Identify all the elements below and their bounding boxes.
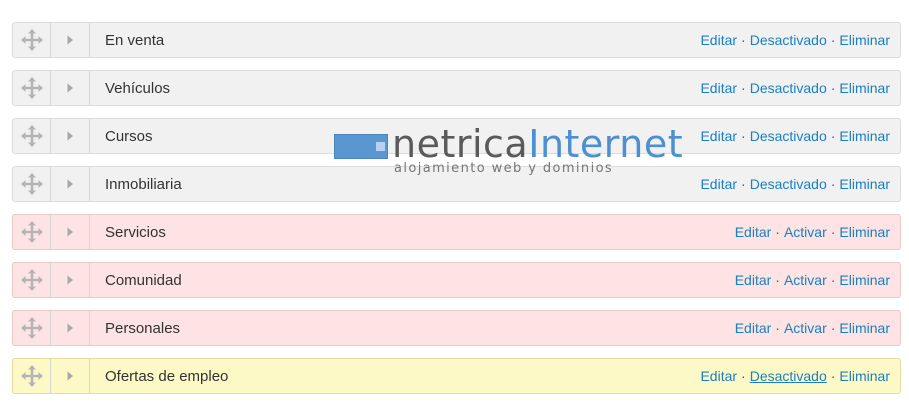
drag-handle-icon[interactable] — [13, 263, 51, 297]
action-separator: · — [775, 320, 780, 336]
category-name: Personales — [105, 319, 181, 337]
action-separator: · — [830, 32, 836, 48]
drag-handle-icon[interactable] — [13, 167, 51, 201]
category-name: Inmobiliaria — [105, 175, 182, 193]
expand-caret-icon[interactable] — [51, 167, 90, 201]
activar-link[interactable]: Activar — [784, 224, 827, 240]
action-separator: · — [830, 128, 836, 144]
category-name: Cursos — [105, 127, 153, 145]
category-name: En venta — [105, 31, 165, 49]
eliminar-link[interactable]: Eliminar — [839, 128, 890, 144]
expand-caret-icon[interactable] — [51, 263, 90, 297]
action-separator: · — [775, 224, 780, 240]
drag-handle-icon[interactable] — [13, 359, 51, 393]
category-row-en-venta: En venta Editar · Desactivado · Eliminar — [12, 22, 901, 58]
eliminar-link[interactable]: Eliminar — [839, 224, 890, 240]
expand-caret-icon[interactable] — [51, 311, 90, 345]
category-row-personales: Personales Editar · Activar · Eliminar — [12, 310, 901, 346]
action-separator: · — [741, 176, 746, 192]
desactivado-link[interactable]: Desactivado — [750, 368, 827, 384]
expand-caret-icon[interactable] — [51, 71, 90, 105]
editar-link[interactable]: Editar — [735, 320, 772, 336]
desactivado-link[interactable]: Desactivado — [750, 128, 827, 144]
category-name: Vehículos — [105, 79, 171, 97]
drag-handle-icon[interactable] — [13, 23, 51, 57]
drag-handle-icon[interactable] — [13, 215, 51, 249]
action-separator: · — [830, 272, 836, 288]
editar-link[interactable]: Editar — [700, 368, 737, 384]
expand-caret-icon[interactable] — [51, 215, 90, 249]
category-name: Ofertas de empleo — [105, 367, 229, 385]
action-separator: · — [830, 368, 836, 384]
eliminar-link[interactable]: Eliminar — [839, 176, 890, 192]
expand-caret-icon[interactable] — [51, 359, 90, 393]
row-actions: Editar · Activar · Eliminar — [735, 272, 890, 288]
desactivado-link[interactable]: Desactivado — [750, 32, 827, 48]
category-row-servicios: Servicios Editar · Activar · Eliminar — [12, 214, 901, 250]
editar-link[interactable]: Editar — [700, 80, 737, 96]
eliminar-link[interactable]: Eliminar — [839, 368, 890, 384]
editar-link[interactable]: Editar — [700, 128, 737, 144]
eliminar-link[interactable]: Eliminar — [839, 80, 890, 96]
category-row-vehiculos: Vehículos Editar · Desactivado · Eliminar — [12, 70, 901, 106]
category-list: En venta Editar · Desactivado · Eliminar Vehíc… — [12, 22, 901, 406]
row-actions: Editar · Desactivado · Eliminar — [700, 80, 890, 96]
activar-link[interactable]: Activar — [784, 272, 827, 288]
action-separator: · — [741, 32, 746, 48]
editar-link[interactable]: Editar — [700, 176, 737, 192]
category-row-cursos: Cursos Editar · Desactivado · Eliminar — [12, 118, 901, 154]
row-actions: Editar · Desactivado · Eliminar — [700, 368, 890, 384]
expand-caret-icon[interactable] — [51, 23, 90, 57]
eliminar-link[interactable]: Eliminar — [839, 32, 890, 48]
drag-handle-icon[interactable] — [13, 71, 51, 105]
activar-link[interactable]: Activar — [784, 320, 827, 336]
category-row-comunidad: Comunidad Editar · Activar · Eliminar — [12, 262, 901, 298]
row-actions: Editar · Desactivado · Eliminar — [700, 128, 890, 144]
category-row-ofertas-de-empleo: Ofertas de empleo Editar · Desactivado · Elim… — [12, 358, 901, 394]
action-separator: · — [741, 80, 746, 96]
row-actions: Editar · Desactivado · Eliminar — [700, 32, 890, 48]
action-separator: · — [741, 368, 746, 384]
eliminar-link[interactable]: Eliminar — [839, 272, 890, 288]
editar-link[interactable]: Editar — [735, 272, 772, 288]
desactivado-link[interactable]: Desactivado — [750, 80, 827, 96]
action-separator: · — [830, 224, 836, 240]
row-actions: Editar · Activar · Eliminar — [735, 320, 890, 336]
action-separator: · — [775, 272, 780, 288]
action-separator: · — [830, 80, 836, 96]
desactivado-link[interactable]: Desactivado — [750, 176, 827, 192]
row-actions: Editar · Activar · Eliminar — [735, 224, 890, 240]
action-separator: · — [830, 320, 836, 336]
row-actions: Editar · Desactivado · Eliminar — [700, 176, 890, 192]
action-separator: · — [741, 128, 746, 144]
action-separator: · — [830, 176, 836, 192]
editar-link[interactable]: Editar — [735, 224, 772, 240]
category-name: Servicios — [105, 223, 166, 241]
category-name: Comunidad — [105, 271, 182, 289]
category-row-inmobiliaria: Inmobiliaria Editar · Desactivado · Eliminar — [12, 166, 901, 202]
drag-handle-icon[interactable] — [13, 311, 51, 345]
eliminar-link[interactable]: Eliminar — [839, 320, 890, 336]
drag-handle-icon[interactable] — [13, 119, 51, 153]
editar-link[interactable]: Editar — [700, 32, 737, 48]
expand-caret-icon[interactable] — [51, 119, 90, 153]
